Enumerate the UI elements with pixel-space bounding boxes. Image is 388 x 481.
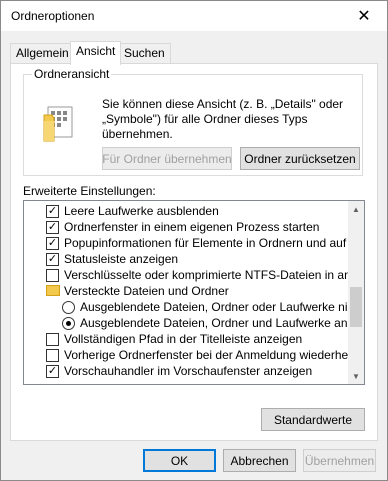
list-item[interactable]: Vorherige Ordnerfenster bei der Anmeldun… <box>24 347 350 363</box>
list-item-label: Verschlüsselte oder komprimierte NTFS-Da… <box>64 268 350 282</box>
window-title: Ordneroptionen <box>11 9 95 23</box>
list-item[interactable]: Ausgeblendete Dateien, Ordner oder Laufw… <box>24 299 350 315</box>
ok-button[interactable]: OK <box>143 449 216 472</box>
advanced-settings-list[interactable]: ✓ Leere Laufwerke ausblenden ✓ Ordnerfen… <box>23 200 365 385</box>
list-item[interactable]: ✓ Statusleiste anzeigen <box>24 251 350 267</box>
list-item[interactable]: ✓ Ordnerfenster in einem eigenen Prozess… <box>24 219 350 235</box>
list-item-label: Statusleiste anzeigen <box>64 252 179 266</box>
checkbox-checked[interactable]: ✓ <box>46 221 59 234</box>
list-item-label: Popupinformationen für Elemente in Ordne… <box>64 236 350 250</box>
list-item-label: Vorschauhandler im Vorschaufenster anzei… <box>64 364 313 378</box>
folder-view-description: Sie können diese Ansicht (z. B. „Details… <box>102 97 344 141</box>
checkbox-checked[interactable]: ✓ <box>46 237 59 250</box>
checkbox-checked[interactable]: ✓ <box>46 205 59 218</box>
apply-to-folders-button[interactable]: Für Ordner übernehmen <box>102 147 232 170</box>
folder-icon <box>46 285 60 296</box>
list-item-label: Versteckte Dateien und Ordner <box>64 284 229 298</box>
folder-options-dialog: Ordneroptionen ✕ Allgemein Ansicht Suche… <box>0 0 388 481</box>
cancel-button[interactable]: Abbrechen <box>223 449 296 472</box>
close-button[interactable]: ✕ <box>341 1 387 31</box>
list-item-label: Ausgeblendete Dateien, Ordner oder Laufw… <box>80 300 350 314</box>
tab-allgemein[interactable]: Allgemein <box>10 43 75 63</box>
tab-suchen[interactable]: Suchen <box>118 43 171 63</box>
list-item[interactable]: Verschlüsselte oder komprimierte NTFS-Da… <box>24 267 350 283</box>
list-item[interactable]: ✓ Vorschauhandler im Vorschaufenster anz… <box>24 363 350 379</box>
list-item[interactable]: Vollständigen Pfad in der Titelleiste an… <box>24 331 350 347</box>
vertical-scrollbar[interactable]: ▲ ▼ <box>348 201 364 384</box>
tab-panel-ansicht: Ordneransicht Sie können diese Ansicht (… <box>10 63 378 441</box>
folder-icon <box>43 106 73 142</box>
list-item[interactable]: Ausgeblendete Dateien, Ordner und Laufwe… <box>24 315 350 331</box>
list-item[interactable]: ✓ Popupinformationen für Elemente in Ord… <box>24 235 350 251</box>
reset-folders-button[interactable]: Ordner zurücksetzen <box>240 147 360 170</box>
list-item[interactable]: ✓ Leere Laufwerke ausblenden <box>24 203 350 219</box>
checkbox-checked[interactable]: ✓ <box>46 253 59 266</box>
restore-defaults-button[interactable]: Standardwerte <box>261 408 365 431</box>
list-item-label: Leere Laufwerke ausblenden <box>64 204 219 218</box>
apply-button[interactable]: Übernehmen <box>303 449 376 472</box>
scroll-down-icon[interactable]: ▼ <box>348 368 364 384</box>
radio-unselected[interactable] <box>62 301 75 314</box>
list-item-label: Vollständigen Pfad in der Titelleiste an… <box>64 332 303 346</box>
scrollbar-thumb[interactable] <box>350 287 362 327</box>
list-item-label: Vorherige Ordnerfenster bei der Anmeldun… <box>64 348 350 362</box>
checkbox-unchecked[interactable] <box>46 349 59 362</box>
advanced-settings-label: Erweiterte Einstellungen: <box>23 184 156 198</box>
checkbox-unchecked[interactable] <box>46 269 59 282</box>
checkbox-unchecked[interactable] <box>46 333 59 346</box>
list-item-label: Ausgeblendete Dateien, Ordner und Laufwe… <box>80 316 350 330</box>
folder-view-legend: Ordneransicht <box>32 67 112 81</box>
list-item-group: Versteckte Dateien und Ordner <box>24 283 350 299</box>
checkbox-checked[interactable]: ✓ <box>46 365 59 378</box>
folder-view-group: Ordneransicht Sie können diese Ansicht (… <box>23 67 363 176</box>
title-bar: Ordneroptionen ✕ <box>1 1 387 31</box>
tab-ansicht[interactable]: Ansicht <box>70 41 122 65</box>
list-item-label: Ordnerfenster in einem eigenen Prozess s… <box>64 220 320 234</box>
radio-selected[interactable] <box>62 317 75 330</box>
scroll-up-icon[interactable]: ▲ <box>348 201 364 217</box>
